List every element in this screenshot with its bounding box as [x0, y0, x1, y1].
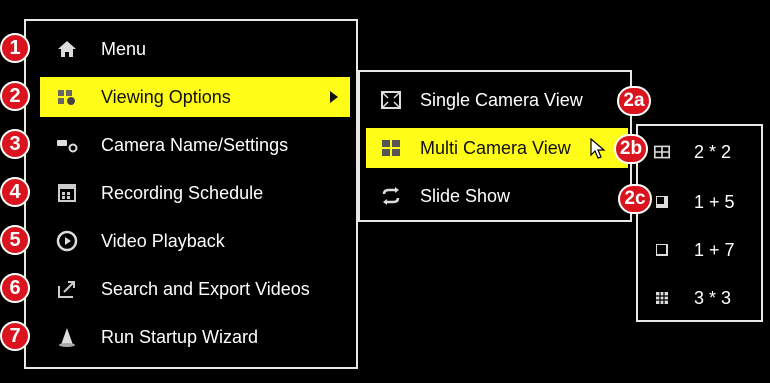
grid-1plus5-icon	[654, 194, 670, 210]
callout-badge: 4	[0, 177, 30, 207]
layout-item-1plus5[interactable]: 1 + 5	[648, 182, 758, 222]
chevron-right-icon	[330, 91, 338, 103]
grid-3x3-icon	[654, 290, 670, 306]
callout-badge: 2b	[614, 134, 648, 164]
menu-item-label: Menu	[101, 38, 147, 59]
single-view-icon	[378, 88, 404, 112]
layout-item-label: 1 + 5	[694, 191, 735, 212]
grid-2x2-icon	[654, 144, 670, 160]
callout-badge: 6	[0, 273, 30, 303]
callout-badge: 2c	[618, 184, 652, 214]
layout-item-label: 1 + 7	[694, 239, 735, 260]
menu-item-label: Recording Schedule	[101, 182, 264, 203]
callout-badge: 7	[0, 321, 30, 351]
mouse-cursor-icon	[590, 138, 606, 159]
multi-view-icon	[378, 136, 404, 160]
menu-item-startup-wizard[interactable]: Run Startup Wizard	[40, 317, 350, 357]
menu-item-menu[interactable]: Menu	[40, 29, 350, 69]
menu-item-camera-name-settings[interactable]: Camera Name/Settings	[40, 125, 350, 165]
layout-item-label: 3 * 3	[694, 287, 732, 308]
menu-item-video-playback[interactable]: Video Playback	[40, 221, 350, 261]
menu-item-label: Video Playback	[101, 230, 225, 251]
wizard-icon	[54, 325, 80, 349]
home-icon	[54, 37, 80, 61]
menu-item-label: Camera Name/Settings	[101, 134, 289, 155]
submenu-item-label: Slide Show	[420, 185, 511, 206]
viewing-options-icon	[54, 85, 80, 109]
menu-item-viewing-options[interactable]: Viewing Options	[40, 77, 350, 117]
callout-badge: 5	[0, 225, 30, 255]
submenu-item-slide-show[interactable]: Slide Show	[366, 176, 628, 216]
callout-badge: 2	[0, 81, 30, 111]
layout-submenu: 2 * 2 1 + 5 1 + 7 3 * 3	[636, 124, 763, 322]
callout-badge: 1	[0, 33, 30, 63]
submenu-item-single-camera-view[interactable]: Single Camera View	[366, 80, 628, 120]
callout-badge: 3	[0, 129, 30, 159]
menu-item-recording-schedule[interactable]: Recording Schedule	[40, 173, 350, 213]
menu-item-label: Run Startup Wizard	[101, 326, 259, 347]
calendar-icon	[54, 181, 80, 205]
playback-icon	[54, 229, 80, 253]
layout-item-1plus7[interactable]: 1 + 7	[648, 230, 758, 270]
submenu-item-label: Single Camera View	[420, 89, 583, 110]
menu-item-label: Search and Export Videos	[101, 278, 310, 299]
camera-icon	[54, 133, 80, 157]
layout-item-label: 2 * 2	[694, 141, 732, 162]
callout-badge: 2a	[617, 86, 651, 116]
submenu-item-multi-camera-view[interactable]: Multi Camera View	[366, 128, 628, 168]
grid-1plus7-icon	[654, 242, 670, 258]
export-icon	[54, 277, 80, 301]
main-menu: Menu Viewing Options Camera Name/Setting…	[24, 19, 358, 369]
submenu-item-label: Multi Camera View	[420, 137, 571, 158]
menu-item-search-export[interactable]: Search and Export Videos	[40, 269, 350, 309]
layout-item-3x3[interactable]: 3 * 3	[648, 278, 758, 318]
slideshow-icon	[378, 184, 404, 208]
menu-item-label: Viewing Options	[101, 86, 231, 107]
layout-item-2x2[interactable]: 2 * 2	[648, 132, 758, 172]
